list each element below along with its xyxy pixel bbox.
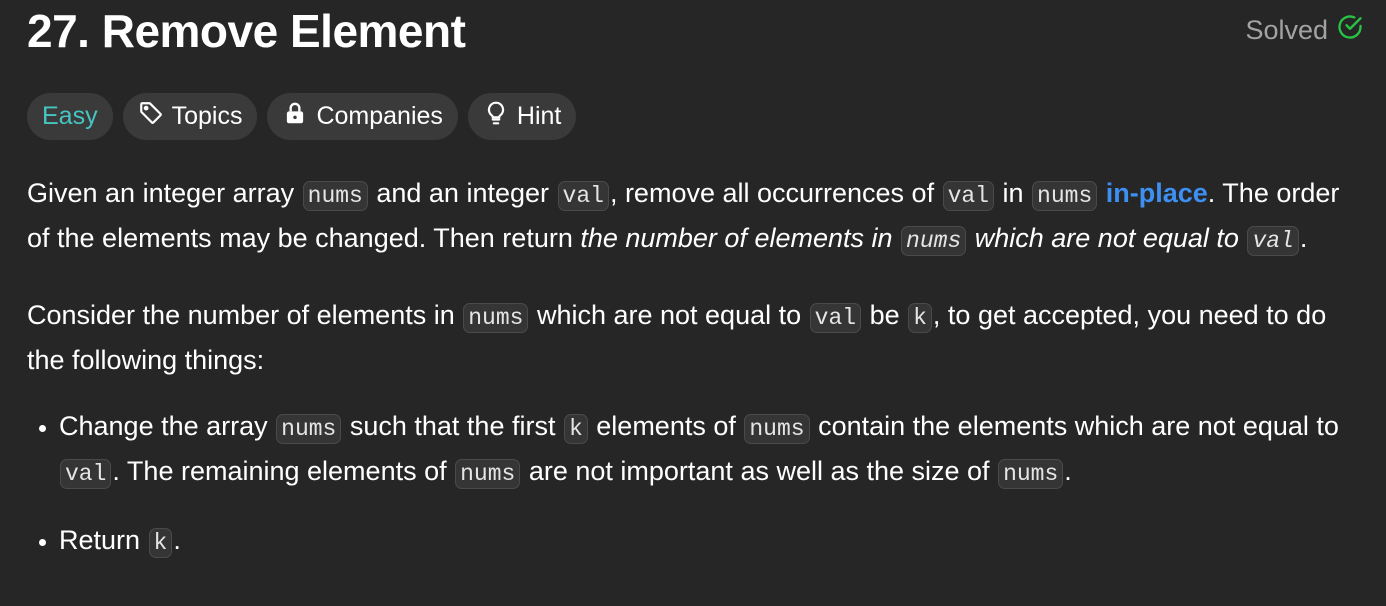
lock-icon [282,100,308,133]
emphasis-text: the number of elements in [580,223,901,253]
inline-code: k [563,414,588,444]
text: , remove all occurrences of [609,178,942,208]
text: . [173,525,181,555]
inline-code: k [908,303,932,333]
problem-title: 27. Remove Element [27,5,466,57]
description-paragraph-2: Consider the number of elements in nums … [27,294,1367,381]
text: . [1064,456,1072,486]
emphasis-text: which are not equal to [967,223,1247,253]
inline-code: val [60,459,112,489]
text: such that the first [342,411,563,441]
text: which are not equal to [529,300,809,330]
inline-code: nums [463,303,529,333]
check-circle-icon [1336,13,1364,48]
text: contain the elements which are not equal… [810,411,1339,441]
text: Consider the number of elements in [27,300,463,330]
text: . [1299,223,1308,253]
difficulty-badge: Easy [27,93,113,140]
tag-icon [138,100,164,133]
problem-tags: Easy Topics Companies Hint [27,93,577,140]
text [1098,178,1106,208]
text: Return [59,525,148,555]
inline-code: nums [276,414,342,444]
text: and an integer [368,178,557,208]
list-item: Change the array nums such that the firs… [59,405,1367,495]
inline-code: nums [455,459,521,489]
hint-button[interactable]: Hint [467,93,577,140]
requirements-list: Change the array nums such that the firs… [27,405,1367,564]
hint-label: Hint [516,102,562,130]
text: be [862,300,908,330]
text: Given an integer array [27,178,302,208]
solved-status: Solved [1245,13,1364,48]
inline-code: k [148,528,173,558]
text: elements of [588,411,744,441]
inline-code: val [942,181,994,211]
text: are not important as well as the size of [521,456,998,486]
topics-label: Topics [171,102,243,130]
lightbulb-icon [483,100,509,133]
inline-code: nums [302,181,368,211]
list-item: Return k. [59,519,1367,564]
inline-code: val [1247,226,1299,256]
in-place-link[interactable]: in-place [1106,178,1208,208]
inline-code: val [809,303,862,333]
topics-button[interactable]: Topics [122,93,258,140]
text: Change the array [59,411,276,441]
solved-label: Solved [1245,15,1328,45]
inline-code: val [557,181,609,211]
companies-button[interactable]: Companies [267,93,458,140]
inline-code: nums [1032,181,1098,211]
problem-header: 27. Remove Element Solved [27,4,1364,60]
companies-label: Companies [316,102,443,130]
text: . The remaining elements of [112,456,455,486]
problem-description: Given an integer array nums and an integ… [27,172,1367,588]
description-paragraph-1: Given an integer array nums and an integ… [27,172,1367,262]
difficulty-label: Easy [42,102,98,130]
inline-code: nums [901,226,967,256]
text: in [995,178,1032,208]
inline-code: nums [744,414,810,444]
inline-code: nums [998,459,1064,489]
